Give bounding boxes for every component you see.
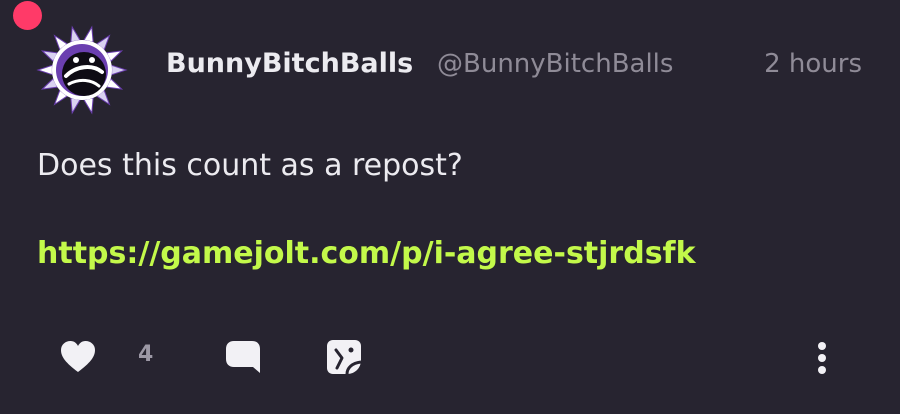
author-display-name[interactable]: BunnyBitchBalls [166,48,413,79]
author-username[interactable]: @BunnyBitchBalls [437,49,673,79]
like-button[interactable] [60,340,96,374]
comment-bubble-icon [226,341,260,373]
like-count[interactable]: 4 [138,342,153,367]
author-avatar[interactable] [36,24,128,116]
post-body-text: Does this count as a repost? [37,148,463,183]
post-header: BunnyBitchBalls @BunnyBitchBalls 2 hours [166,44,864,88]
more-vertical-icon [818,342,826,374]
post-timestamp[interactable]: 2 hours [764,49,862,79]
post-actions-bar: 4 [0,332,900,382]
share-button[interactable] [325,338,363,376]
heart-icon [61,341,95,372]
comment-button[interactable] [224,339,262,377]
avatar-spike [70,97,81,115]
avatar-spike [70,25,81,43]
share-sticker-icon [327,340,362,375]
avatar-spike [111,64,128,76]
avatar-spike [83,25,94,43]
post-link[interactable]: https://gamejolt.com/p/i-agree-stjrdsfk [37,236,696,271]
spiky-sun-avatar-icon [36,25,128,115]
avatar-spike [36,64,53,76]
more-options-button[interactable] [808,338,836,378]
avatar-spike [83,97,94,115]
